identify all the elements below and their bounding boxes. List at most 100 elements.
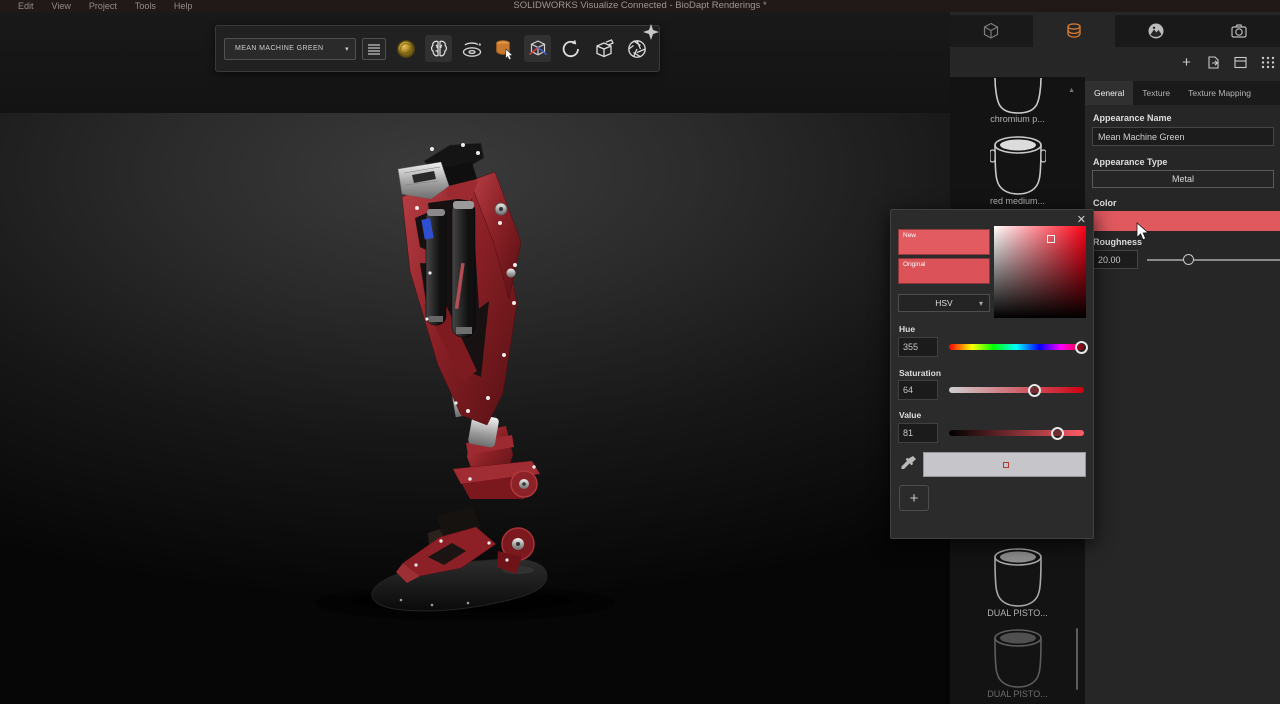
paint-bucket-icon	[990, 627, 1046, 689]
library-item-red-medium[interactable]: red medium...	[950, 134, 1085, 206]
roughness-label: Roughness	[1093, 237, 1142, 247]
brain-icon	[428, 38, 450, 60]
turntable-icon	[460, 38, 484, 60]
appearance-preset-dropdown[interactable]: MEAN MACHINE GREEN ▾	[224, 38, 356, 60]
saturation-slider-rail	[949, 387, 1084, 393]
eyedropper-icon[interactable]	[900, 455, 917, 472]
reset-view-button[interactable]	[557, 35, 584, 62]
hue-slider-knob[interactable]	[1075, 341, 1088, 354]
mouse-cursor	[1136, 222, 1149, 241]
palette-tabstrip	[950, 15, 1280, 47]
color-mode-value: HSV	[935, 298, 952, 308]
paint-bucket-icon-partial	[990, 78, 1046, 114]
menu-item-help[interactable]: Help	[174, 1, 193, 11]
menu-bar: Edit View Project Tools Help SOLIDWORKS …	[0, 0, 1280, 12]
value-input[interactable]	[898, 423, 938, 443]
hue-label: Hue	[899, 324, 915, 334]
hue-input[interactable]	[898, 337, 938, 357]
library-scrollbar[interactable]	[1076, 628, 1078, 690]
environment-image-icon	[1146, 21, 1166, 41]
viewport-3d[interactable]	[0, 113, 950, 704]
window-title: SOLIDWORKS Visualize Connected - BioDapt…	[513, 0, 766, 12]
roughness-slider[interactable]	[1147, 250, 1280, 269]
hue-slider-rail	[949, 344, 1084, 350]
paint-bucket-cursor-icon	[493, 37, 517, 61]
add-swatch-button[interactable]: +	[899, 485, 929, 511]
menu-item-view[interactable]: View	[52, 1, 71, 11]
library-item-label: DUAL PISTO...	[950, 608, 1085, 618]
add-appearance-button[interactable]: +	[1178, 54, 1195, 71]
library-item-label: DUAL PISTO...	[950, 689, 1085, 699]
material-ball-icon	[395, 38, 417, 60]
menu-item-edit[interactable]: Edit	[18, 1, 34, 11]
appearance-name-input[interactable]	[1092, 127, 1274, 146]
saturation-value-field[interactable]	[994, 226, 1086, 318]
palette-actions: +	[950, 47, 1280, 77]
preset-list-button[interactable]	[362, 38, 386, 60]
original-color-swatch[interactable]: Original	[898, 258, 990, 284]
tab-general[interactable]: General	[1085, 81, 1133, 105]
value-slider-rail	[949, 430, 1084, 436]
roughness-slider-track	[1147, 259, 1280, 261]
library-item-dual-piston-2[interactable]: DUAL PISTO...	[950, 627, 1085, 699]
prosthetic-leg-render	[0, 113, 950, 704]
aperture-icon	[625, 37, 649, 61]
cube-axes-icon	[526, 37, 550, 61]
paint-bucket-icon	[1064, 21, 1084, 41]
appearance-name-label: Appearance Name	[1093, 113, 1172, 123]
library-item-label: chromium p...	[950, 114, 1085, 124]
original-color-label: Original	[903, 261, 925, 268]
color-mode-dropdown[interactable]: HSV ▾	[898, 294, 990, 312]
library-item-label: red medium...	[950, 196, 1085, 206]
view-mode-button[interactable]	[1259, 54, 1276, 71]
grid-dots-icon	[1260, 55, 1275, 70]
list-icon	[367, 43, 381, 55]
object-manipulation-button[interactable]	[524, 35, 551, 62]
sv-field-marker[interactable]	[1047, 235, 1055, 243]
color-picker-dialog: ✕ New Original HSV ▾ Hue Saturation Valu…	[890, 209, 1094, 539]
hue-slider[interactable]	[949, 337, 1084, 357]
split-view-button[interactable]	[1232, 54, 1249, 71]
export-file-icon	[1206, 55, 1221, 70]
new-color-swatch: New	[898, 229, 990, 255]
library-item-dual-piston-1[interactable]: DUAL PISTO...	[950, 546, 1085, 618]
menu-item-project[interactable]: Project	[89, 1, 117, 11]
chevron-down-icon: ▾	[345, 45, 349, 53]
pin-toolbar-icon[interactable]	[643, 24, 659, 40]
value-label: Value	[899, 410, 921, 420]
close-icon[interactable]: ✕	[1077, 213, 1086, 226]
appearance-type-button[interactable]: Metal	[1092, 170, 1274, 188]
tab-texture[interactable]: Texture	[1133, 81, 1179, 105]
apply-appearance-button[interactable]	[491, 35, 518, 62]
turntable-button[interactable]	[458, 35, 485, 62]
properties-tabs: General Texture Texture Mapping	[1085, 81, 1280, 105]
tab-environments[interactable]	[1115, 15, 1198, 47]
saturation-slider-knob[interactable]	[1028, 384, 1041, 397]
roughness-slider-knob[interactable]	[1183, 254, 1194, 265]
custom-swatch-bar[interactable]	[923, 452, 1086, 477]
material-ball-button[interactable]	[392, 35, 419, 62]
roughness-input[interactable]	[1092, 250, 1138, 269]
appearance-preset-value: MEAN MACHINE GREEN	[235, 45, 324, 52]
menu-item-tools[interactable]: Tools	[135, 1, 156, 11]
value-slider-knob[interactable]	[1051, 427, 1064, 440]
library-item-chromium[interactable]: chromium p...	[950, 78, 1085, 124]
paint-bucket-icon	[990, 546, 1046, 608]
appearance-properties: General Texture Texture Mapping Appearan…	[1085, 77, 1280, 704]
color-label: Color	[1093, 198, 1117, 208]
tab-cameras[interactable]	[1198, 15, 1280, 47]
import-button[interactable]	[1205, 54, 1222, 71]
tab-texture-mapping[interactable]: Texture Mapping	[1179, 81, 1260, 105]
open-box-icon	[592, 37, 616, 61]
camera-icon	[1229, 21, 1249, 41]
saturation-input[interactable]	[898, 380, 938, 400]
value-slider[interactable]	[949, 423, 1084, 443]
denoiser-button[interactable]	[425, 35, 452, 62]
saturation-slider[interactable]	[949, 380, 1084, 400]
new-project-button[interactable]	[590, 35, 617, 62]
tab-appearances[interactable]	[1033, 15, 1116, 47]
new-color-label: New	[903, 232, 916, 239]
main-toolbar: MEAN MACHINE GREEN ▾	[215, 25, 660, 72]
tab-models[interactable]	[950, 15, 1033, 47]
color-swatch-bar[interactable]	[1090, 211, 1280, 231]
